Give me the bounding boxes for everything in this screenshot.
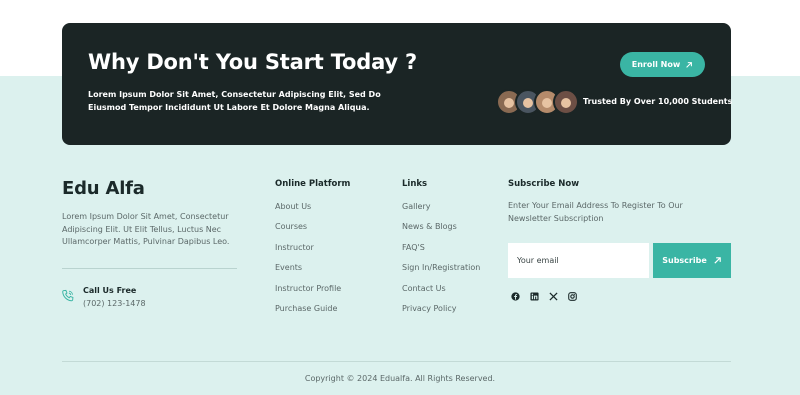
footer-link-news-blogs[interactable]: News & Blogs bbox=[402, 222, 480, 242]
arrow-up-right-icon bbox=[686, 61, 693, 68]
footer-link-gallery[interactable]: Gallery bbox=[402, 202, 480, 222]
cta-banner: Why Don't You Start Today ? Lorem Ipsum … bbox=[62, 23, 733, 145]
arrow-up-right-icon bbox=[714, 257, 721, 264]
subscribe-label: Subscribe bbox=[662, 256, 707, 265]
enroll-now-label: Enroll Now bbox=[631, 60, 681, 69]
online-platform-list: About Us Courses Instructor Events Instr… bbox=[275, 202, 341, 324]
brand-description: Lorem Ipsum Dolor Sit Amet, Consectetur … bbox=[62, 212, 230, 246]
footer-link-courses[interactable]: Courses bbox=[275, 222, 341, 242]
social-links bbox=[511, 292, 577, 301]
enroll-now-button[interactable]: Enroll Now bbox=[620, 52, 705, 77]
subscribe-description: Enter Your Email Address To Register To … bbox=[508, 201, 683, 223]
subscribe-button[interactable]: Subscribe bbox=[653, 243, 731, 278]
footer-link-sign-in[interactable]: Sign In/Registration bbox=[402, 263, 480, 283]
links-list: Gallery News & Blogs FAQ'S Sign In/Regis… bbox=[402, 202, 480, 324]
phone-icon bbox=[62, 289, 74, 302]
phone-number[interactable]: (702) 123-1478 bbox=[83, 299, 146, 308]
email-input[interactable] bbox=[508, 243, 649, 278]
linkedin-icon[interactable] bbox=[530, 292, 539, 301]
x-icon[interactable] bbox=[549, 292, 558, 301]
call-us-label: Call Us Free bbox=[83, 286, 137, 295]
avatar bbox=[553, 89, 579, 115]
divider bbox=[62, 361, 731, 362]
trusted-text: Trusted By Over 10,000 Students bbox=[583, 97, 733, 106]
footer-link-privacy-policy[interactable]: Privacy Policy bbox=[402, 304, 480, 324]
divider bbox=[62, 268, 237, 269]
footer-link-faqs[interactable]: FAQ'S bbox=[402, 243, 480, 263]
footer-link-purchase-guide[interactable]: Purchase Guide bbox=[275, 304, 341, 324]
brand-logo[interactable]: Edu Alfa bbox=[62, 178, 145, 199]
facebook-icon[interactable] bbox=[511, 292, 520, 301]
footer-link-instructor-profile[interactable]: Instructor Profile bbox=[275, 284, 341, 304]
footer-link-contact-us[interactable]: Contact Us bbox=[402, 284, 480, 304]
footer-link-about-us[interactable]: About Us bbox=[275, 202, 341, 222]
links-title: Links bbox=[402, 179, 428, 189]
cta-description: Lorem Ipsum Dolor Sit Amet, Consectetur … bbox=[88, 90, 381, 112]
subscribe-title: Subscribe Now bbox=[508, 179, 580, 189]
instagram-icon[interactable] bbox=[568, 292, 577, 301]
footer-link-instructor[interactable]: Instructor bbox=[275, 243, 341, 263]
online-platform-title: Online Platform bbox=[275, 179, 351, 189]
footer-link-events[interactable]: Events bbox=[275, 263, 341, 283]
student-avatars bbox=[496, 89, 579, 117]
cta-title: Why Don't You Start Today ? bbox=[88, 50, 418, 74]
copyright-text: Copyright © 2024 Edualfa. All Rights Res… bbox=[304, 374, 496, 383]
